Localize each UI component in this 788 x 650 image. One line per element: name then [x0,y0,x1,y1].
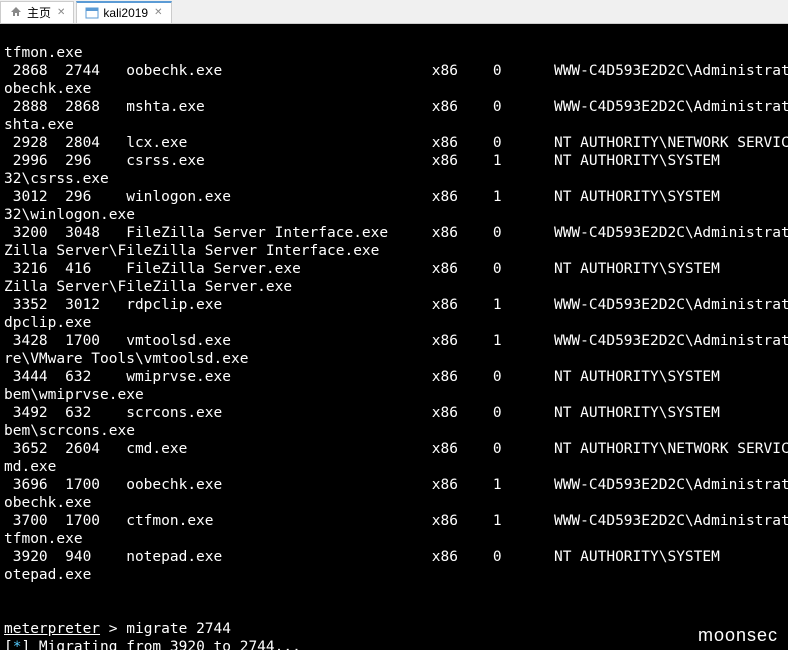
status-message: Migrating from 3920 to 2744... [30,639,301,650]
close-icon[interactable]: ✕ [57,7,65,18]
prompt-separator: > [100,621,126,637]
terminal-output[interactable]: tfmon.exe 2868 2744 oobechk.exe x86 0 WW… [0,24,788,650]
tab-bar: 主页 ✕ kali2019 ✕ [0,0,788,24]
watermark: moonsec [698,626,778,644]
command-input: migrate 2744 [126,621,231,637]
status-bracket-close: ] [21,639,30,650]
tab-kali2019[interactable]: kali2019 ✕ [76,1,171,23]
close-icon[interactable]: ✕ [154,7,162,18]
console-icon [85,6,99,20]
blank-line [4,603,13,619]
tab-label: 主页 [27,4,51,21]
meterpreter-prompt: meterpreter [4,621,100,637]
output-fragment: tfmon.exe [4,45,83,61]
process-list: 2868 2744 oobechk.exe x86 0 WWW-C4D593E2… [4,62,784,584]
status-bracket-open: [ [4,639,13,650]
home-icon [9,5,23,19]
tab-label: kali2019 [103,6,148,20]
tab-home[interactable]: 主页 ✕ [0,1,74,23]
